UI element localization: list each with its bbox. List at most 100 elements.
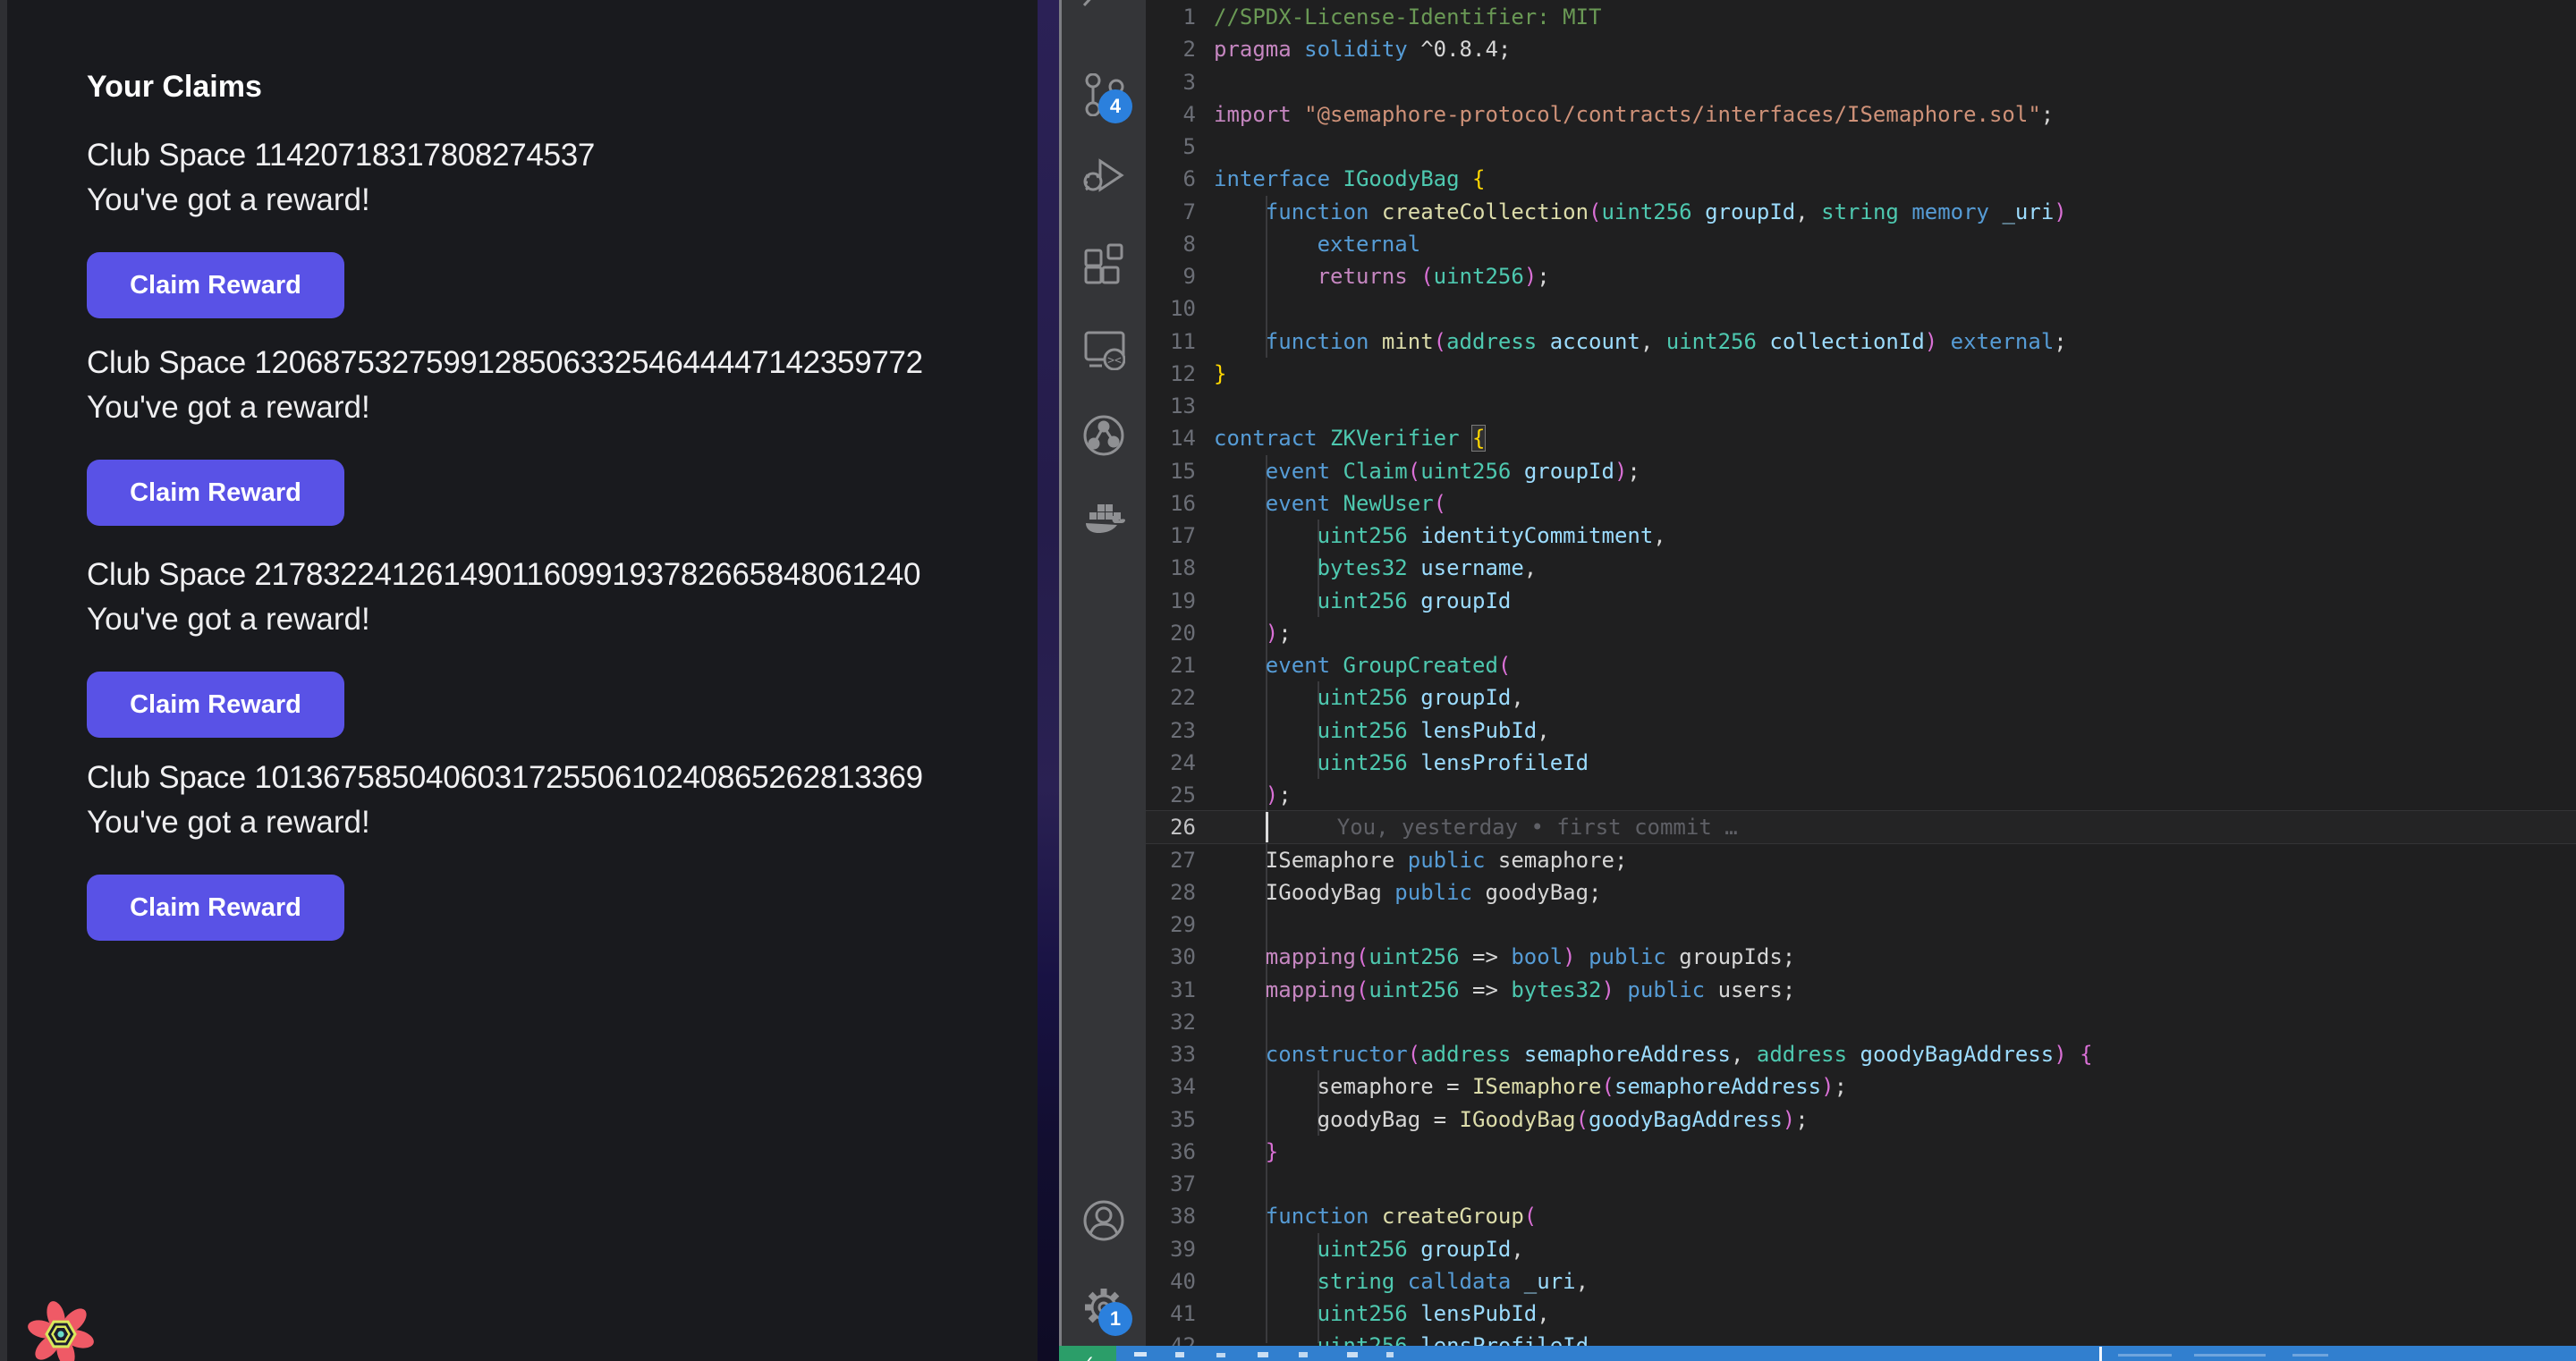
status-item-glyph — [1258, 1352, 1268, 1357]
code-line[interactable]: uint256 lensPubId, — [1214, 1298, 1550, 1331]
line-number[interactable]: 3 — [1151, 66, 1196, 99]
line-number[interactable]: 33 — [1151, 1038, 1196, 1071]
line-number[interactable]: 34 — [1151, 1070, 1196, 1103]
line-number[interactable]: 35 — [1151, 1103, 1196, 1137]
line-number[interactable]: 10 — [1151, 292, 1196, 325]
line-number[interactable]: 12 — [1151, 358, 1196, 391]
line-number[interactable]: 37 — [1151, 1168, 1196, 1201]
code-line[interactable]: semaphore = ISemaphore(semaphoreAddress)… — [1214, 1070, 1847, 1103]
status-item-glyph — [1299, 1352, 1308, 1357]
line-number[interactable]: 25 — [1151, 779, 1196, 812]
react-scan-logo-icon[interactable] — [25, 1298, 97, 1361]
code-line[interactable]: event GroupCreated( — [1214, 649, 1511, 682]
code-line[interactable]: uint256 groupId — [1214, 585, 1511, 618]
line-number[interactable]: 17 — [1151, 520, 1196, 553]
line-number[interactable]: 39 — [1151, 1233, 1196, 1266]
line-number[interactable]: 8 — [1151, 228, 1196, 261]
line-number[interactable]: 6 — [1151, 163, 1196, 196]
code-line[interactable]: ); — [1214, 617, 1292, 650]
code-line[interactable]: string calldata _uri, — [1214, 1265, 1589, 1298]
claim-reward-button[interactable]: Claim Reward — [87, 252, 344, 318]
code-line[interactable]: bytes32 username, — [1214, 552, 1537, 585]
code-line[interactable]: contract ZKVerifier { — [1214, 422, 1485, 455]
line-number[interactable]: 9 — [1151, 260, 1196, 293]
line-number[interactable]: 30 — [1151, 941, 1196, 974]
claim-space-label: Club Space 21783224126149011609919378266… — [87, 555, 981, 595]
line-number[interactable]: 13 — [1151, 390, 1196, 423]
line-number[interactable]: 16 — [1151, 487, 1196, 520]
code-line[interactable]: uint256 groupId, — [1214, 1233, 1524, 1266]
code-line[interactable]: goodyBag = IGoodyBag(goodyBagAddress); — [1214, 1103, 1809, 1137]
line-number[interactable]: 11 — [1151, 325, 1196, 359]
code-line[interactable]: ISemaphore public semaphore; — [1214, 844, 1627, 877]
line-number[interactable]: 23 — [1151, 714, 1196, 748]
page-title: Your Claims — [87, 70, 262, 105]
status-caret-mark — [2099, 1347, 2102, 1361]
line-number[interactable]: 40 — [1151, 1265, 1196, 1298]
line-number[interactable]: 29 — [1151, 909, 1196, 942]
code-line[interactable]: uint256 identityCommitment, — [1214, 520, 1666, 553]
line-number[interactable]: 14 — [1151, 422, 1196, 455]
line-number[interactable]: 5 — [1151, 131, 1196, 164]
code-line[interactable]: import "@semaphore-protocol/contracts/in… — [1214, 98, 2054, 131]
activity-bar-item-remote-explorer[interactable]: >< — [1082, 327, 1125, 370]
activity-bar-item-network-graph[interactable] — [1082, 414, 1125, 457]
line-number[interactable]: 19 — [1151, 585, 1196, 618]
line-number[interactable]: 15 — [1151, 455, 1196, 488]
claim-item: Club Space 12068753275991285063325464444… — [87, 343, 981, 526]
code-editor[interactable]: 1234567891011121314151617181920212223242… — [1146, 0, 2576, 1361]
code-line[interactable]: external — [1214, 228, 1420, 261]
search-icon — [1082, 0, 1125, 29]
code-line[interactable]: IGoodyBag public goodyBag; — [1214, 876, 1602, 909]
line-number[interactable]: 26 — [1151, 811, 1196, 844]
code-line[interactable]: uint256 lensProfileId — [1214, 747, 1589, 780]
activity-bar-item-settings-gear[interactable]: 1 — [1082, 1286, 1125, 1329]
line-number[interactable]: 41 — [1151, 1298, 1196, 1331]
claim-reward-button[interactable]: Claim Reward — [87, 875, 344, 941]
activity-bar-item-account[interactable] — [1082, 1199, 1125, 1242]
activity-bar-item-extensions[interactable] — [1082, 241, 1125, 284]
line-number[interactable]: 22 — [1151, 681, 1196, 714]
code-line[interactable]: ); — [1214, 779, 1292, 812]
line-number[interactable]: 24 — [1151, 747, 1196, 780]
code-line[interactable]: uint256 lensPubId, — [1214, 714, 1550, 748]
code-line[interactable]: } — [1214, 1136, 1278, 1169]
code-line[interactable]: mapping(uint256 => bytes32) public users… — [1214, 974, 1795, 1007]
activity-bar-item-source-control[interactable]: 4 — [1082, 73, 1125, 116]
line-number[interactable]: 32 — [1151, 1006, 1196, 1039]
code-line[interactable]: event Claim(uint256 groupId); — [1214, 455, 1640, 488]
claim-reward-button[interactable]: Claim Reward — [87, 672, 344, 738]
line-number[interactable]: 7 — [1151, 196, 1196, 229]
status-bar-items[interactable] — [1116, 1346, 2576, 1361]
line-number[interactable]: 4 — [1151, 98, 1196, 131]
activity-bar-item-docker[interactable] — [1082, 500, 1125, 543]
line-number[interactable]: 1 — [1151, 1, 1196, 34]
status-item-glyph — [1175, 1352, 1184, 1357]
code-line[interactable]: event NewUser( — [1214, 487, 1446, 520]
line-number[interactable]: 31 — [1151, 974, 1196, 1007]
code-line[interactable]: pragma solidity ^0.8.4; — [1214, 33, 1511, 66]
activity-bar-item-search[interactable] — [1082, 0, 1125, 29]
remote-indicator[interactable]: ✓ — [1059, 1346, 1116, 1361]
code-line[interactable]: function mint(address account, uint256 c… — [1214, 325, 2067, 359]
line-number[interactable]: 2 — [1151, 33, 1196, 66]
code-line[interactable]: } — [1214, 358, 1226, 391]
code-line[interactable]: mapping(uint256 => bool) public groupIds… — [1214, 941, 1795, 974]
line-number[interactable]: 38 — [1151, 1200, 1196, 1233]
claim-reward-button[interactable]: Claim Reward — [87, 460, 344, 526]
run-and-debug-icon — [1082, 154, 1125, 197]
line-number[interactable]: 28 — [1151, 876, 1196, 909]
line-number[interactable]: 36 — [1151, 1136, 1196, 1169]
code-line[interactable]: interface IGoodyBag { — [1214, 163, 1485, 196]
line-number[interactable]: 21 — [1151, 649, 1196, 682]
line-number[interactable]: 18 — [1151, 552, 1196, 585]
code-line[interactable]: uint256 groupId, — [1214, 681, 1524, 714]
line-number[interactable]: 20 — [1151, 617, 1196, 650]
line-number[interactable]: 27 — [1151, 844, 1196, 877]
activity-bar-item-run-and-debug[interactable] — [1082, 154, 1125, 197]
code-line[interactable]: //SPDX-License-Identifier: MIT — [1214, 1, 1601, 34]
code-line[interactable]: returns (uint256); — [1214, 260, 1550, 293]
code-line[interactable]: function createCollection(uint256 groupI… — [1214, 196, 2067, 229]
code-line[interactable]: function createGroup( — [1214, 1200, 1537, 1233]
code-line[interactable]: constructor(address semaphoreAddress, ad… — [1214, 1038, 2093, 1071]
